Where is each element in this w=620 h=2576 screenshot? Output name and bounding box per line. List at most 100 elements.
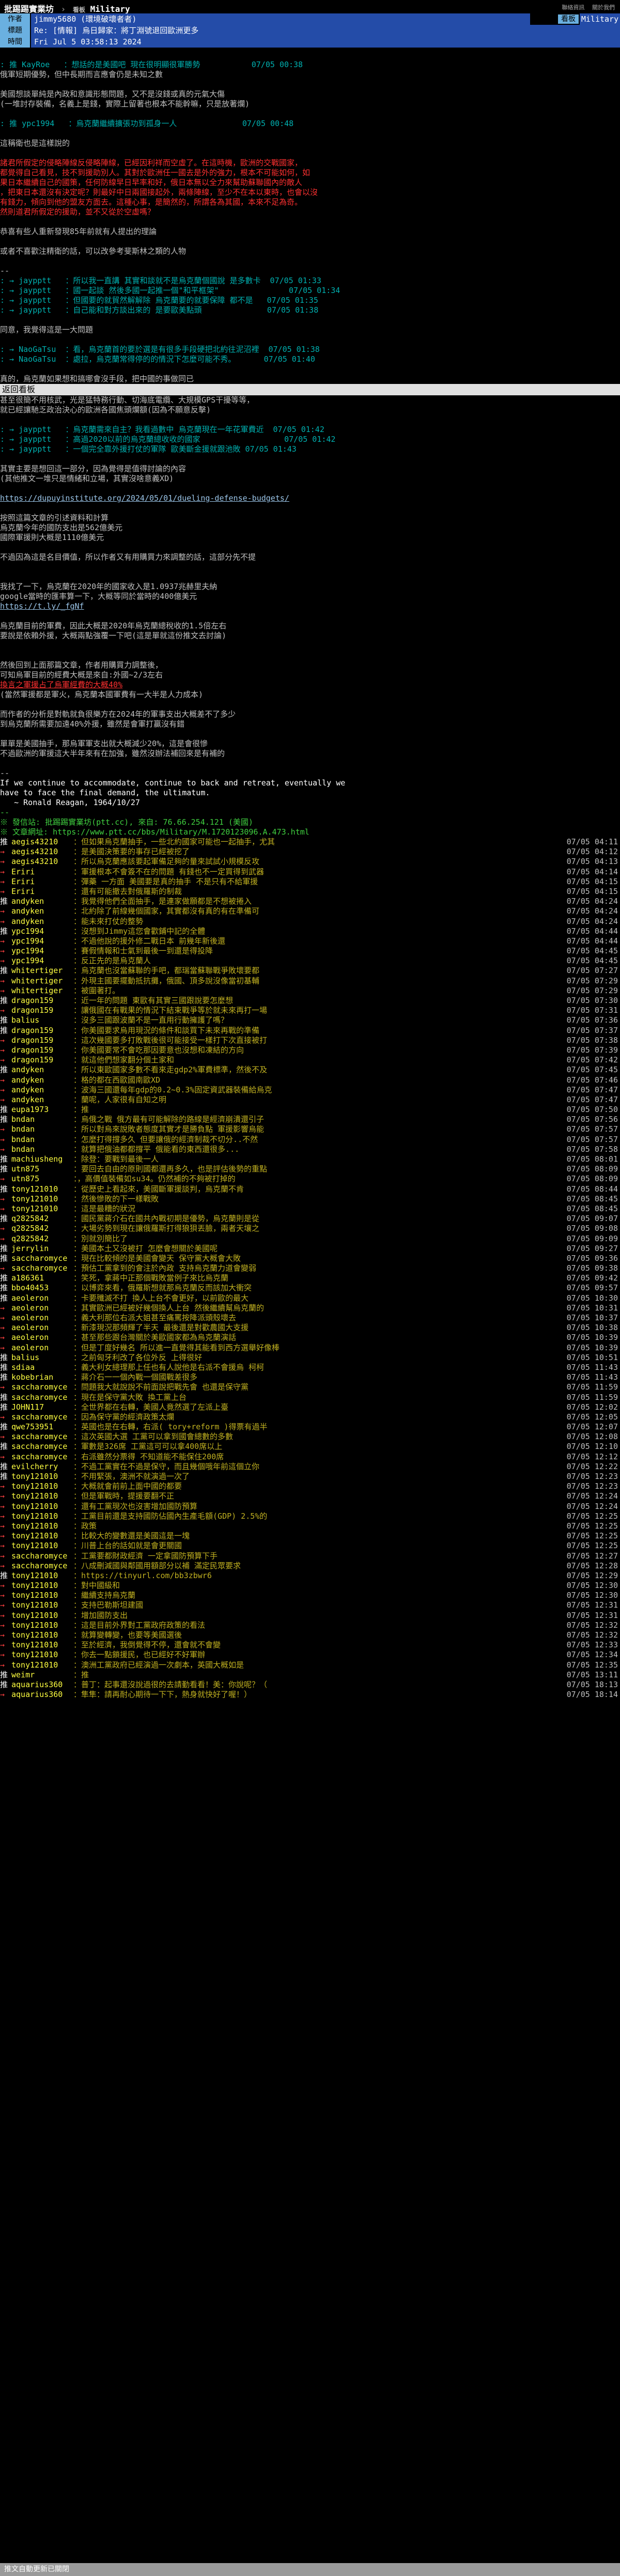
push-userid[interactable]: JOHN117 <box>11 1402 73 1412</box>
push-userid[interactable]: saccharomyce <box>11 1393 73 1402</box>
push-userid[interactable]: saccharomyce <box>11 1561 73 1571</box>
push-userid[interactable]: tony121010 <box>11 1184 73 1194</box>
push-userid[interactable]: bndan <box>11 1135 73 1145</box>
push-tag: → <box>0 876 5 886</box>
push-userid[interactable]: aeoleron <box>11 1313 73 1323</box>
push-userid[interactable]: utn875 <box>11 1174 73 1184</box>
push-userid[interactable]: andyken <box>11 1075 73 1085</box>
push-userid[interactable]: dragon159 <box>11 1006 73 1015</box>
push-userid[interactable]: tony121010 <box>11 1611 73 1621</box>
board-link[interactable]: Military <box>90 4 130 14</box>
push-userid[interactable]: dragon159 <box>11 1055 73 1065</box>
push-userid[interactable]: machiusheng <box>11 1154 73 1164</box>
push-userid[interactable]: tony121010 <box>11 1194 73 1204</box>
push-userid[interactable]: dragon159 <box>11 1026 73 1036</box>
push-userid[interactable]: tony121010 <box>11 1204 73 1214</box>
push-userid[interactable]: bndan <box>11 1115 73 1124</box>
push-userid[interactable]: andyken <box>11 1095 73 1105</box>
push-userid[interactable]: andyken <box>11 906 73 916</box>
push-userid[interactable]: tony121010 <box>11 1511 73 1521</box>
push-userid[interactable]: q2825842 <box>11 1214 73 1224</box>
push-userid[interactable]: ypc1994 <box>11 946 73 956</box>
push-userid[interactable]: aegis43210 <box>11 857 73 867</box>
push-userid[interactable]: qwe753951 <box>11 1422 73 1432</box>
push-userid[interactable]: tony121010 <box>11 1541 73 1551</box>
push-userid[interactable]: aeoleron <box>11 1303 73 1313</box>
push-userid[interactable]: aegis43210 <box>11 837 73 847</box>
push-userid[interactable]: tony121010 <box>11 1491 73 1501</box>
push-userid[interactable]: Eriri <box>11 867 73 877</box>
push-userid[interactable]: ypc1994 <box>11 956 73 966</box>
push-userid[interactable]: tony121010 <box>11 1581 73 1591</box>
push-userid[interactable]: dragon159 <box>11 1036 73 1045</box>
push-userid[interactable]: dragon159 <box>11 1045 73 1055</box>
push-userid[interactable]: eupa1973 <box>11 1105 73 1115</box>
push-tag: 推 <box>0 1293 8 1303</box>
push-userid[interactable]: tony121010 <box>11 1621 73 1630</box>
push-userid[interactable]: saccharomyce <box>11 1442 73 1452</box>
push-userid[interactable]: jerrylin <box>11 1244 73 1254</box>
push-userid[interactable]: sdiaa <box>11 1363 73 1372</box>
push-userid[interactable]: Eriri <box>11 877 73 887</box>
push-userid[interactable]: whitertiger <box>11 966 73 976</box>
push-userid[interactable]: ypc1994 <box>11 936 73 946</box>
push-userid[interactable]: tony121010 <box>11 1482 73 1491</box>
push-userid[interactable]: tony121010 <box>11 1650 73 1660</box>
text-line: : → jaypptt ：國一起談 然後多國一起推一個"和平框架" 07/05 … <box>0 286 340 295</box>
push-userid[interactable]: dragon159 <box>11 996 73 1006</box>
push-userid[interactable]: aeoleron <box>11 1323 73 1333</box>
push-userid[interactable]: saccharomyce <box>11 1551 73 1561</box>
push-userid[interactable]: aquarius360 <box>11 1680 73 1690</box>
push-userid[interactable]: bndan <box>11 1145 73 1154</box>
push-userid[interactable]: balius <box>11 1353 73 1363</box>
push-userid[interactable]: saccharomyce <box>11 1432 73 1442</box>
push-userid[interactable]: kobebrian <box>11 1372 73 1382</box>
push-userid[interactable]: aquarius360 <box>11 1690 73 1700</box>
push-userid[interactable]: whitertiger <box>11 976 73 986</box>
push-userid[interactable]: whitertiger <box>11 986 73 996</box>
about-link[interactable]: 關於我們 <box>592 4 615 11</box>
push-userid[interactable]: tony121010 <box>11 1531 73 1541</box>
push-tag: → <box>0 1581 5 1591</box>
push-userid[interactable]: balius <box>11 1015 73 1025</box>
push-userid[interactable]: aeoleron <box>11 1333 73 1343</box>
push-userid[interactable]: q2825842 <box>11 1224 73 1233</box>
push-userid[interactable]: aegis43210 <box>11 847 73 857</box>
short-link[interactable]: https://t.ly/_fgNf <box>0 601 84 611</box>
push-userid[interactable]: tony121010 <box>11 1502 73 1511</box>
push-userid[interactable]: tony121010 <box>11 1571 73 1581</box>
push-userid[interactable]: tony121010 <box>11 1660 73 1670</box>
push-userid[interactable]: q2825842 <box>11 1234 73 1244</box>
push-userid[interactable]: andyken <box>11 897 73 906</box>
push-userid[interactable]: a186361 <box>11 1273 73 1283</box>
push-tag: → <box>0 916 5 926</box>
text-line: google當時的匯率算一下，大概等同於當時的400億美元 <box>0 592 197 601</box>
push-userid[interactable]: tony121010 <box>11 1640 73 1650</box>
push-userid[interactable]: bndan <box>11 1124 73 1134</box>
article-link[interactable]: https://dupuyinstitute.org/2024/05/01/du… <box>0 493 289 503</box>
push-userid[interactable]: tony121010 <box>11 1630 73 1640</box>
push-userid[interactable]: saccharomyce <box>11 1412 73 1422</box>
push-userid[interactable]: tony121010 <box>11 1591 73 1600</box>
push-userid[interactable]: andyken <box>11 917 73 927</box>
push-userid[interactable]: tony121010 <box>11 1472 73 1482</box>
push-userid[interactable]: tony121010 <box>11 1521 73 1531</box>
push-userid[interactable]: andyken <box>11 1065 73 1075</box>
site-logo-link[interactable]: 批踢踢實業坊 <box>4 4 54 14</box>
push-userid[interactable]: aeoleron <box>11 1343 73 1353</box>
push-userid[interactable]: utn875 <box>11 1164 73 1174</box>
contact-link[interactable]: 聯絡資訊 <box>562 4 584 11</box>
push-userid[interactable]: saccharomyce <box>11 1254 73 1263</box>
push-userid[interactable]: evilcherry <box>11 1462 73 1472</box>
push-userid[interactable]: tony121010 <box>11 1600 73 1610</box>
push-userid[interactable]: saccharomyce <box>11 1263 73 1273</box>
push-userid[interactable]: Eriri <box>11 887 73 897</box>
push-userid[interactable]: bbo40453 <box>11 1283 73 1293</box>
back-to-board-button[interactable]: 返回看板 <box>0 384 620 395</box>
push-userid[interactable]: ypc1994 <box>11 927 73 936</box>
push-userid[interactable]: andyken <box>11 1085 73 1095</box>
push-userid[interactable]: aeoleron <box>11 1293 73 1303</box>
push-userid[interactable]: weimr <box>11 1670 73 1680</box>
push-userid[interactable]: saccharomyce <box>11 1382 73 1392</box>
push-userid[interactable]: saccharomyce <box>11 1452 73 1462</box>
